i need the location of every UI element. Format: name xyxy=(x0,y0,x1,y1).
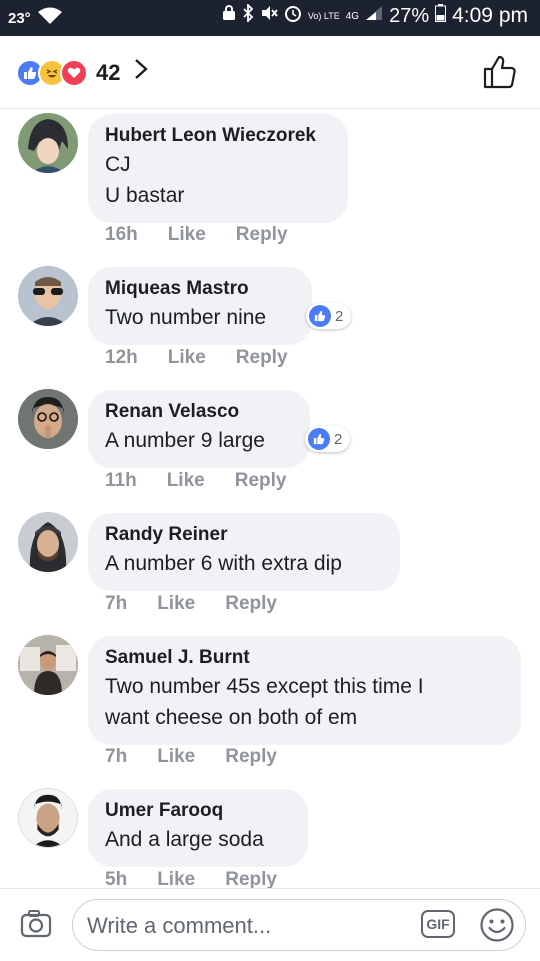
emoji-icon[interactable] xyxy=(479,907,515,943)
volte-label: Vo) LTE xyxy=(307,10,340,21)
comment-bubble[interactable]: Samuel J. Burnt Two number 45s except th… xyxy=(88,636,521,745)
gif-button[interactable]: GIF xyxy=(421,910,455,938)
reactions-header: 42 xyxy=(0,36,540,109)
avatar[interactable] xyxy=(18,788,78,848)
comment-time: 7h xyxy=(105,746,128,767)
author-name[interactable]: Samuel J. Burnt xyxy=(105,645,499,671)
comment-bubble[interactable]: Miqueas Mastro Two number nine xyxy=(88,267,312,345)
like-link[interactable]: Like xyxy=(167,470,205,492)
comment-time: 16h xyxy=(105,224,138,245)
reply-link[interactable]: Reply xyxy=(236,347,288,369)
comment-text: CJ U bastar xyxy=(105,153,185,207)
comment-bubble[interactable]: Hubert Leon Wieczorek CJ U bastar xyxy=(88,114,348,223)
avatar[interactable] xyxy=(18,389,78,449)
comment-composer-bar: GIF xyxy=(0,888,540,961)
author-name[interactable]: Randy Reiner xyxy=(105,522,378,548)
author-name[interactable]: Umer Farooq xyxy=(105,798,286,824)
reply-link[interactable]: Reply xyxy=(225,746,277,768)
like-icon xyxy=(308,428,330,450)
camera-icon[interactable] xyxy=(20,908,52,940)
bluetooth-icon xyxy=(242,2,254,28)
comment-text: A number 6 with extra dip xyxy=(105,552,342,575)
network-type: 4G xyxy=(345,10,360,22)
like-link[interactable]: Like xyxy=(157,593,195,615)
comment-reactions-badge[interactable]: 2 xyxy=(305,426,351,452)
comment-bubble[interactable]: Renan Velasco A number 9 large xyxy=(88,390,310,468)
like-button-thumb-icon[interactable] xyxy=(482,54,518,90)
reactions-summary[interactable]: 42 xyxy=(16,58,149,87)
reply-link[interactable]: Reply xyxy=(235,470,287,492)
like-link[interactable]: Like xyxy=(168,224,206,246)
comment-bubble[interactable]: Umer Farooq And a large soda xyxy=(88,789,308,867)
comments-list[interactable]: Hubert Leon Wieczorek CJ U bastar 16h Li… xyxy=(0,108,540,888)
author-name[interactable]: Miqueas Mastro xyxy=(105,276,290,302)
reply-link[interactable]: Reply xyxy=(236,224,288,246)
comment-text: And a large soda xyxy=(105,828,264,851)
comment-time: 11h xyxy=(105,470,137,491)
comment-text: Two number 45s except this time I want c… xyxy=(105,675,424,729)
like-link[interactable]: Like xyxy=(157,746,195,768)
status-bar: 23° Vo) LTE 4G 27% 4:09 pm xyxy=(0,0,540,36)
comment-text: A number 9 large xyxy=(105,429,265,452)
chevron-right-icon xyxy=(134,58,149,87)
signal-icon xyxy=(365,5,383,27)
author-name[interactable]: Hubert Leon Wieczorek xyxy=(105,123,326,149)
comment-reactions-badge[interactable]: 2 xyxy=(306,303,352,329)
battery-percent: 27% xyxy=(389,4,430,27)
comment-time: 7h xyxy=(105,593,128,614)
reply-link[interactable]: Reply xyxy=(225,869,277,888)
like-icon xyxy=(309,305,331,327)
battery-icon xyxy=(435,4,447,28)
like-link[interactable]: Like xyxy=(157,869,195,888)
avatar[interactable] xyxy=(18,113,78,173)
avatar[interactable] xyxy=(18,266,78,326)
lock-icon xyxy=(222,5,236,27)
comment-time: 12h xyxy=(105,347,138,368)
comment-time: 5h xyxy=(105,869,128,888)
mute-icon xyxy=(260,4,278,28)
avatar[interactable] xyxy=(18,512,78,572)
love-icon xyxy=(60,58,88,87)
reaction-count: 2 xyxy=(334,430,343,448)
comment-text: Two number nine xyxy=(105,306,267,329)
reaction-count: 2 xyxy=(335,307,344,325)
avatar[interactable] xyxy=(18,635,78,695)
alarm-icon xyxy=(284,4,302,28)
author-name[interactable]: Renan Velasco xyxy=(105,399,288,425)
temperature: 23° xyxy=(8,10,31,27)
clock: 4:09 pm xyxy=(452,4,528,27)
wifi-icon xyxy=(37,6,63,31)
comment-bubble[interactable]: Randy Reiner A number 6 with extra dip xyxy=(88,513,400,591)
reaction-count: 42 xyxy=(96,59,121,85)
comment-input[interactable] xyxy=(85,908,409,944)
comment-input-container[interactable]: GIF xyxy=(72,899,526,951)
reply-link[interactable]: Reply xyxy=(225,593,277,615)
like-link[interactable]: Like xyxy=(168,347,206,369)
